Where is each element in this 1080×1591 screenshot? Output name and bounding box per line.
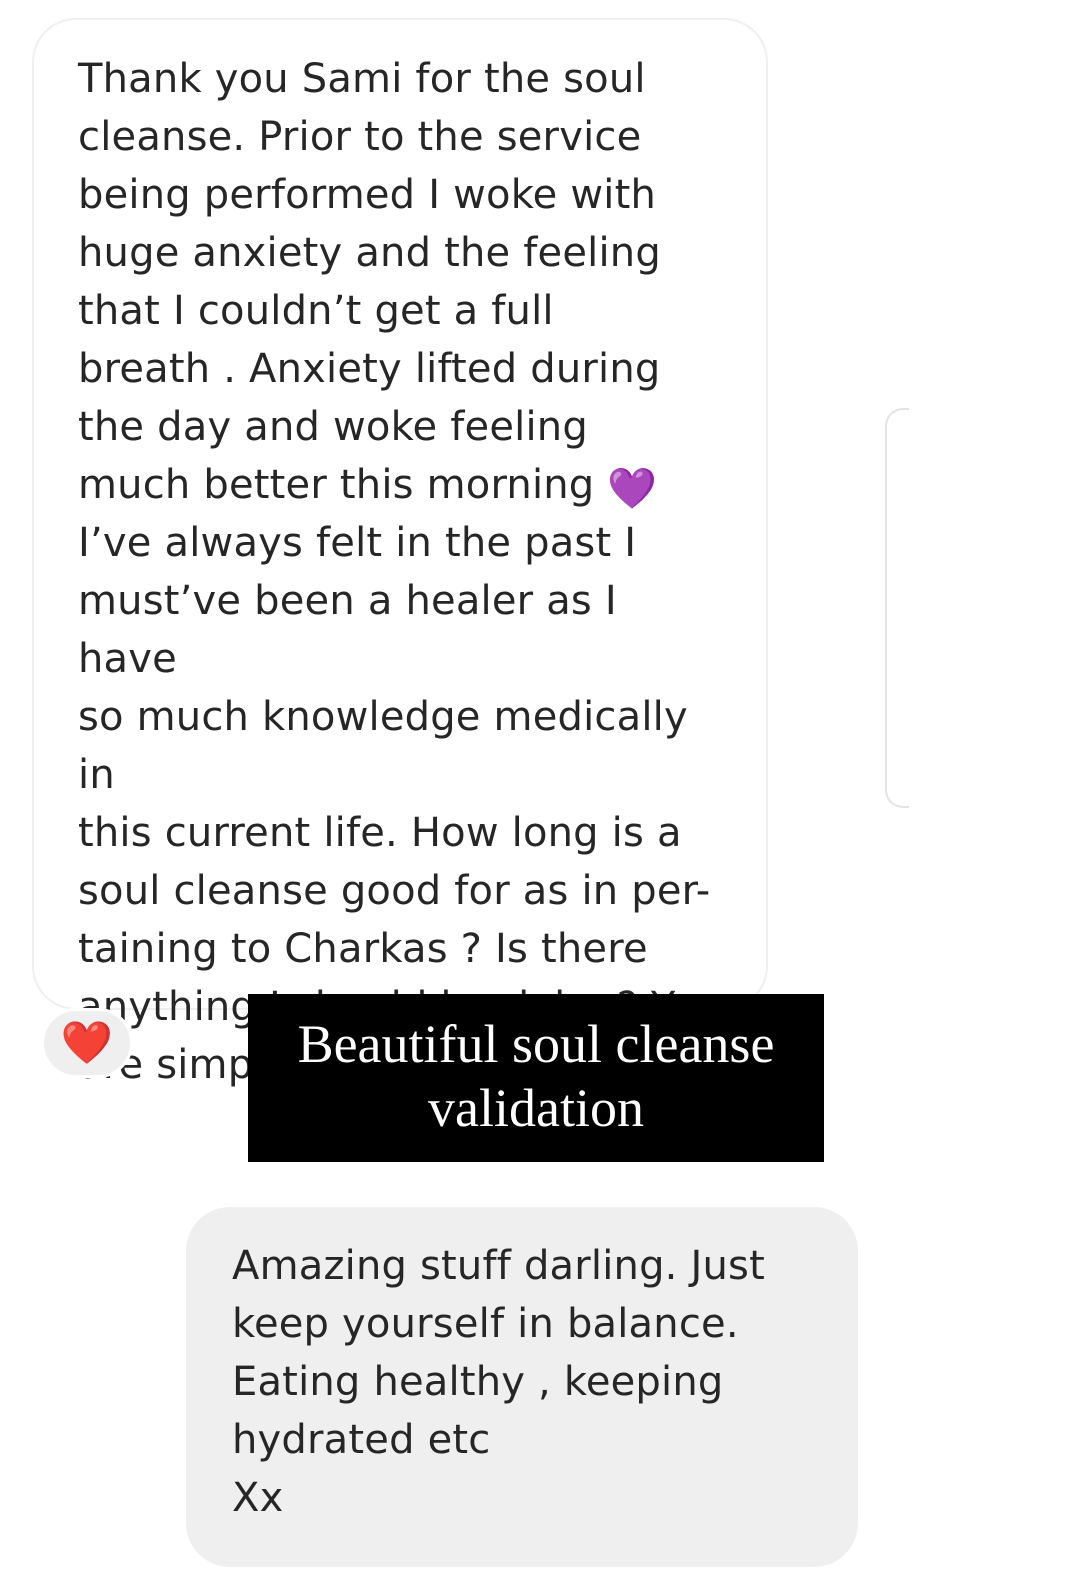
caption-overlay: Beautiful soul cleanse validation xyxy=(248,994,824,1162)
caption-text: Beautiful soul cleanse validation xyxy=(297,1014,775,1138)
outgoing-message-text: Amazing stuff darling. Just keep yoursel… xyxy=(232,1243,765,1521)
heart-reaction-badge[interactable]: ❤️ xyxy=(41,1008,133,1078)
scroll-indicator xyxy=(885,408,909,808)
incoming-message-bubble[interactable]: Thank you Sami for the soul cleanse. Pri… xyxy=(32,18,768,1089)
incoming-message-text: Thank you Sami for the soul cleanse. Pri… xyxy=(78,50,726,1094)
outgoing-message-bubble[interactable]: Amazing stuff darling. Just keep yoursel… xyxy=(186,1207,858,1567)
red-heart-icon: ❤️ xyxy=(60,1018,114,1067)
purple-heart-emoji-icon: 💜 xyxy=(607,466,658,512)
incoming-message-text-part1: Thank you Sami for the soul cleanse. Pri… xyxy=(78,56,661,508)
